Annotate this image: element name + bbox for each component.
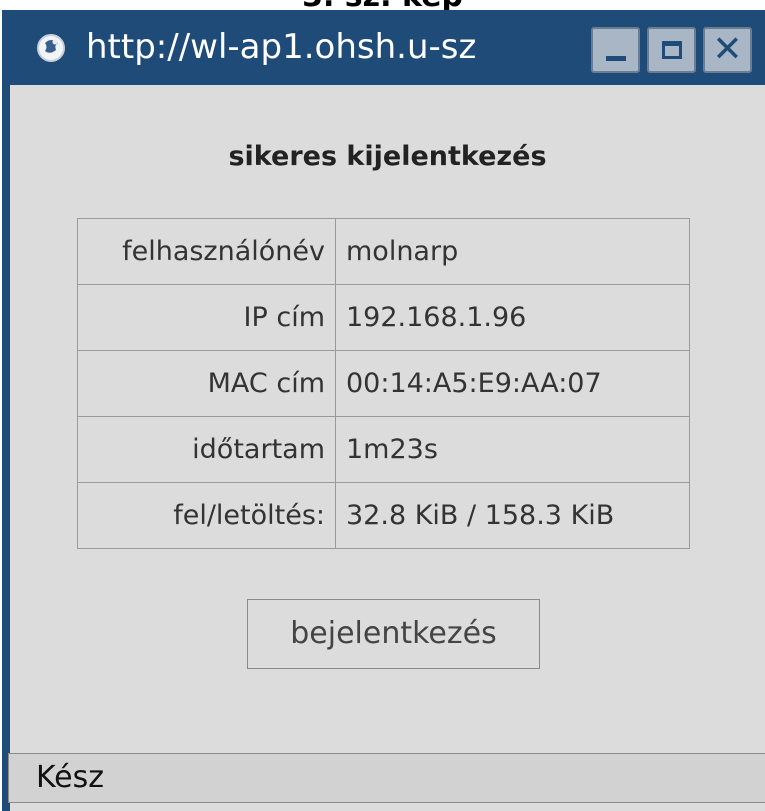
row-label-traffic: fel/letöltés: [77,482,336,549]
page-heading: sikeres kijelentkezés [228,141,547,172]
row-label-username: felhasználónév [77,218,336,285]
status-text: Kész [36,760,105,795]
title-bar[interactable]: http://wl-ap1.ohsh.u-sz ✕ [2,10,765,85]
status-bar: Kész [8,753,765,803]
row-value-traffic: 32.8 KiB / 158.3 KiB [335,482,690,549]
table-row: felhasználónév molnarp [77,218,690,285]
maximize-button[interactable] [647,27,696,73]
minimize-button[interactable] [591,27,640,73]
row-value-mac: 00:14:A5:E9:AA:07 [335,350,690,417]
row-value-username: molnarp [335,218,690,285]
close-button[interactable]: ✕ [703,27,752,73]
session-info-table: felhasználónév molnarp IP cím 192.168.1.… [77,218,690,549]
table-row: időtartam 1m23s [77,416,690,483]
row-label-mac: MAC cím [77,350,336,417]
browser-window: http://wl-ap1.ohsh.u-sz ✕ sikeres kijele… [2,10,765,811]
row-value-duration: 1m23s [335,416,690,483]
login-button[interactable]: bejelentkezés [247,599,540,669]
table-row: fel/letöltés: 32.8 KiB / 158.3 KiB [77,482,690,549]
row-value-ip: 192.168.1.96 [335,284,690,351]
browser-globe-icon [37,34,65,62]
minimize-icon [606,56,626,61]
row-label-duration: időtartam [77,416,336,483]
window-title: http://wl-ap1.ohsh.u-sz [86,27,477,67]
table-row: MAC cím 00:14:A5:E9:AA:07 [77,350,690,417]
close-icon: ✕ [712,29,743,70]
table-row: IP cím 192.168.1.96 [77,284,690,351]
maximize-icon [662,41,682,59]
row-label-ip: IP cím [77,284,336,351]
